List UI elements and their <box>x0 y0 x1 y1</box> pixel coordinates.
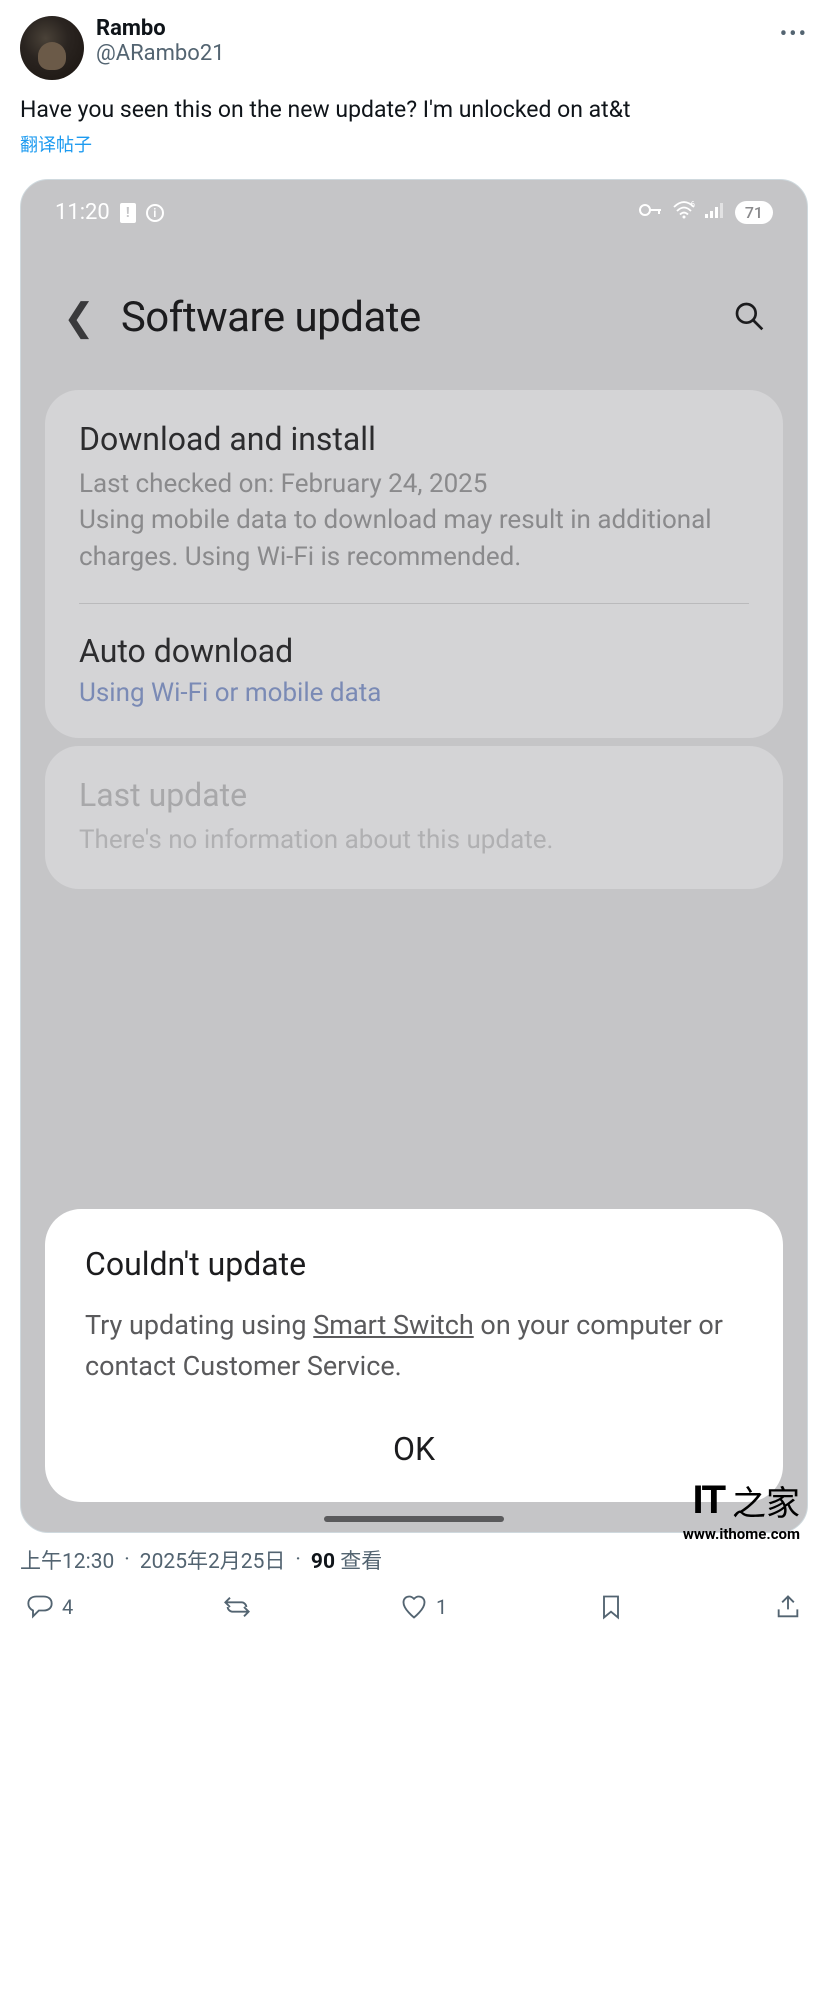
ok-button[interactable]: OK <box>85 1422 743 1476</box>
svg-text:6: 6 <box>690 201 695 209</box>
download-install-item[interactable]: Download and install Last checked on: Fe… <box>79 420 749 575</box>
retweet-button[interactable] <box>223 1593 251 1621</box>
reply-icon <box>26 1593 54 1621</box>
signal-icon <box>705 202 725 223</box>
user-info: Rambo @ARambo21 <box>96 16 225 66</box>
page-header: ❮ Software update <box>21 233 807 382</box>
views-count: 90 <box>311 1550 335 1574</box>
tweet-date[interactable]: 2025年2月25日 <box>140 1545 286 1575</box>
smart-switch-link[interactable]: Smart Switch <box>313 1309 473 1341</box>
toast-body: Try updating using Smart Switch on your … <box>85 1305 743 1389</box>
status-time: 11:20 <box>55 200 110 225</box>
page-title: Software update <box>121 293 421 342</box>
search-icon[interactable] <box>733 300 765 336</box>
download-install-title: Download and install <box>79 420 749 458</box>
tweet-time[interactable]: 上午12:30 <box>20 1545 114 1575</box>
translate-link[interactable]: 翻译帖子 <box>20 131 92 157</box>
tweet-header: Rambo @ARambo21 ••• <box>20 16 808 80</box>
last-update-note: There's no information about this update… <box>79 822 749 858</box>
last-update-item[interactable]: Last update There's no information about… <box>79 776 749 858</box>
last-checked-text: Last checked on: February 24, 2025 <box>79 466 749 502</box>
tweet-container: Rambo @ARambo21 ••• Have you seen this o… <box>0 0 828 1533</box>
auto-download-status: Using Wi-Fi or mobile data <box>79 678 749 708</box>
tweet-actions: 4 1 <box>0 1575 828 1639</box>
auto-download-item[interactable]: Auto download Using Wi-Fi or mobile data <box>79 603 749 708</box>
watermark-brand: 之家 <box>732 1476 800 1525</box>
reply-count: 4 <box>62 1595 73 1619</box>
vpn-key-icon <box>639 202 663 223</box>
toast-title: Couldn't update <box>85 1245 743 1283</box>
auto-download-title: Auto download <box>79 632 749 670</box>
last-update-title: Last update <box>79 776 749 814</box>
more-options-icon[interactable]: ••• <box>780 22 808 47</box>
error-toast: Couldn't update Try updating using Smart… <box>45 1209 783 1503</box>
status-bar: 11:20 ! i 6 71 <box>21 180 807 233</box>
like-button[interactable]: 1 <box>400 1593 447 1621</box>
avatar[interactable] <box>20 16 84 80</box>
embedded-screenshot: 11:20 ! i 6 71 ❮ Software update <box>20 179 808 1533</box>
like-count: 1 <box>436 1595 447 1619</box>
views-label: 查看 <box>340 1550 382 1574</box>
reply-button[interactable]: 4 <box>26 1593 73 1621</box>
settings-card: Download and install Last checked on: Fe… <box>45 390 783 738</box>
tweet-text: Have you seen this on the new update? I'… <box>20 94 808 125</box>
share-icon <box>774 1593 802 1621</box>
notification-alert-icon: ! <box>120 203 136 223</box>
bookmark-icon <box>597 1593 625 1621</box>
watermark: IT 之家 www.ithome.com <box>683 1476 800 1543</box>
notification-info-icon: i <box>146 204 164 222</box>
heart-icon <box>400 1593 428 1621</box>
wifi-icon: 6 <box>673 201 695 224</box>
toast-text-prefix: Try updating using <box>85 1309 313 1341</box>
home-indicator[interactable] <box>324 1516 504 1522</box>
user-handle[interactable]: @ARambo21 <box>96 41 225 66</box>
bookmark-button[interactable] <box>597 1593 625 1621</box>
battery-indicator: 71 <box>735 201 773 224</box>
last-update-card: Last update There's no information about… <box>45 746 783 888</box>
watermark-it: IT <box>692 1478 724 1523</box>
retweet-icon <box>223 1593 251 1621</box>
tweet-metadata: 上午12:30 2025年2月25日 90 查看 <box>0 1545 828 1575</box>
back-button[interactable]: ❮ <box>63 295 95 340</box>
share-button[interactable] <box>774 1593 802 1621</box>
watermark-url: www.ithome.com <box>683 1525 800 1543</box>
download-note: Using mobile data to download may result… <box>79 502 749 575</box>
display-name[interactable]: Rambo <box>96 16 225 41</box>
